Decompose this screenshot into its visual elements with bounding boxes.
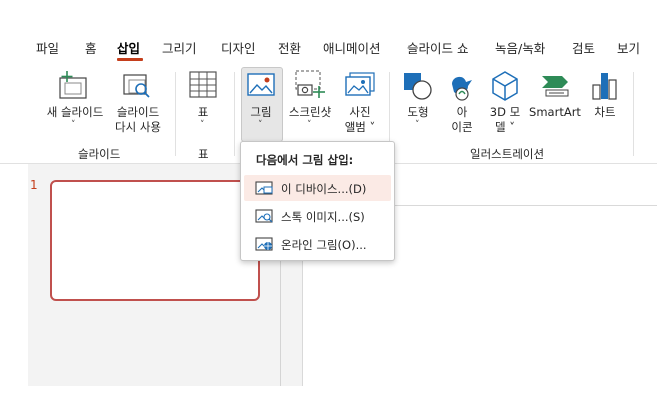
online-pictures-icon — [255, 237, 273, 251]
tab-home[interactable]: 홈 — [85, 38, 97, 57]
chart-label: 차트 — [594, 105, 616, 119]
photo-album-button[interactable]: 사진 앨범 ˅ — [338, 68, 382, 138]
smartart-icon — [542, 76, 569, 97]
menu-item-online-pictures[interactable]: 온라인 그림(O)... — [244, 231, 391, 257]
reuse-slide-label-1: 슬라이드 — [116, 105, 160, 119]
chevron-down-icon: ˅ — [71, 120, 76, 130]
smartart-label: SmartArt — [529, 105, 581, 119]
device-picture-icon — [255, 181, 273, 195]
tab-transitions[interactable]: 전환 — [278, 38, 301, 57]
tab-slide-show[interactable]: 슬라이드 쇼 — [407, 38, 468, 57]
screenshot-label: 스크린샷 — [288, 105, 332, 119]
shapes-label: 도형 — [407, 105, 429, 119]
table-icon — [189, 71, 217, 98]
icons-label-1: 아 — [456, 105, 468, 119]
shapes-button[interactable]: 도형 ˅ — [398, 68, 438, 138]
menu-item-label: 스톡 이미지...(S) — [281, 210, 365, 224]
menu-item-label: 온라인 그림(O)... — [281, 238, 367, 252]
ribbon-separator — [234, 72, 235, 156]
slide-number: 1 — [30, 178, 38, 192]
chevron-down-icon: ˅ — [307, 120, 312, 130]
group-label-table: 표 — [198, 147, 209, 161]
menu-item-label: 이 디바이스...(D) — [281, 182, 367, 196]
tab-design[interactable]: 디자인 — [221, 38, 256, 57]
chevron-down-icon: ˅ — [258, 120, 263, 130]
tab-view[interactable]: 보기 — [617, 38, 640, 57]
3d-models-button[interactable]: 3D 모 델 ˅ — [485, 68, 525, 138]
reuse-slide-icon — [123, 74, 150, 98]
tab-review[interactable]: 검토 — [572, 38, 595, 57]
group-label-illustrations: 일러스트레이션 — [470, 147, 545, 161]
pictures-label: 그림 — [250, 105, 272, 119]
3d-models-label-1: 3D 모 — [489, 105, 521, 119]
insert-picture-dropdown: 다음에서 그림 삽입: 이 디바이스...(D) 스톡 이미지...(S) 온라… — [240, 141, 395, 261]
photo-album-label-1: 사진 — [349, 105, 371, 119]
group-label-slides: 슬라이드 — [78, 147, 121, 161]
screenshot-icon — [295, 70, 325, 98]
ribbon-separator — [633, 72, 634, 156]
photo-album-label-2: 앨범 ˅ — [344, 120, 376, 134]
menu-item-stock-images[interactable]: 스톡 이미지...(S) — [244, 203, 391, 229]
tab-animations[interactable]: 애니메이션 — [323, 38, 381, 57]
tab-file[interactable]: 파일 — [36, 38, 59, 57]
shapes-icon — [404, 73, 432, 100]
tab-insert[interactable]: 삽입 — [117, 38, 140, 57]
stock-images-icon — [255, 209, 273, 223]
slide-thumbnail[interactable] — [50, 180, 260, 301]
photo-album-icon — [345, 72, 375, 96]
screenshot-button[interactable]: 스크린샷 ˅ — [283, 68, 337, 138]
icons-label-2: 이콘 — [451, 120, 473, 134]
icons-insert-icon — [452, 76, 472, 101]
new-slide-icon — [59, 71, 87, 99]
reuse-slide-label-2: 다시 사용 — [115, 120, 161, 134]
active-tab-underline — [117, 58, 143, 61]
new-slide-button[interactable]: 새 슬라이드 ˅ — [40, 68, 110, 138]
dropdown-title: 다음에서 그림 삽입: — [256, 153, 354, 167]
chart-button[interactable]: 차트 — [585, 68, 625, 138]
smartart-button[interactable]: SmartArt — [528, 68, 582, 138]
chevron-down-icon: ˅ — [415, 120, 420, 130]
table-label: 표 — [197, 105, 209, 119]
icons-button[interactable]: 아 이콘 — [442, 68, 482, 138]
ribbon-tab-bar: 파일 홈 삽입 그리기 디자인 전환 애니메이션 슬라이드 쇼 녹음/녹화 검토… — [0, 24, 657, 68]
menu-item-this-device[interactable]: 이 디바이스...(D) — [244, 175, 391, 201]
ribbon-separator — [175, 72, 176, 156]
pictures-button[interactable]: 그림 ˅ — [241, 68, 281, 140]
new-slide-label: 새 슬라이드 — [46, 105, 104, 119]
cube-icon — [492, 71, 518, 101]
table-button[interactable]: 표 ˅ — [184, 68, 222, 138]
tab-record[interactable]: 녹음/녹화 — [495, 38, 545, 57]
3d-models-label-2: 델 ˅ — [495, 120, 515, 134]
chevron-down-icon: ˅ — [200, 120, 205, 130]
reuse-slide-button[interactable]: 슬라이드 다시 사용 — [110, 68, 166, 138]
chart-icon — [592, 73, 617, 100]
picture-icon — [247, 73, 275, 96]
tab-draw[interactable]: 그리기 — [162, 38, 197, 57]
